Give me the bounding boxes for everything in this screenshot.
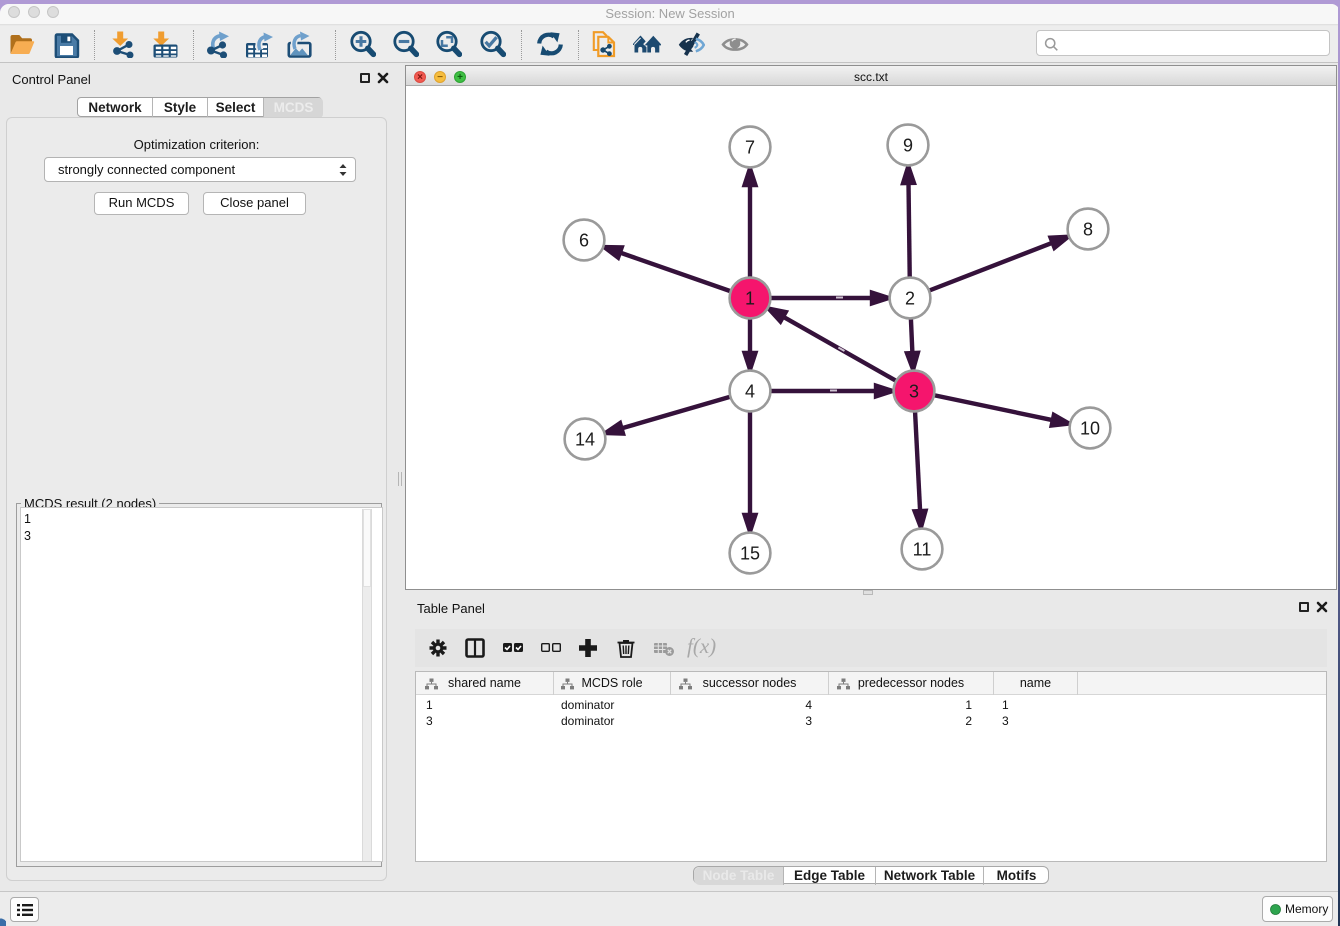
svg-text:9: 9: [903, 136, 913, 156]
svg-text:8: 8: [1083, 220, 1093, 240]
svg-text:6: 6: [579, 231, 589, 251]
svg-text:11: 11: [913, 540, 932, 560]
svg-text:2: 2: [905, 289, 915, 309]
svg-text:14: 14: [575, 430, 595, 450]
svg-text:3: 3: [909, 382, 919, 402]
svg-text:10: 10: [1080, 419, 1100, 439]
svg-text:4: 4: [745, 382, 755, 402]
svg-text:1: 1: [745, 289, 755, 309]
svg-text:7: 7: [745, 138, 755, 158]
svg-text:15: 15: [740, 544, 760, 564]
